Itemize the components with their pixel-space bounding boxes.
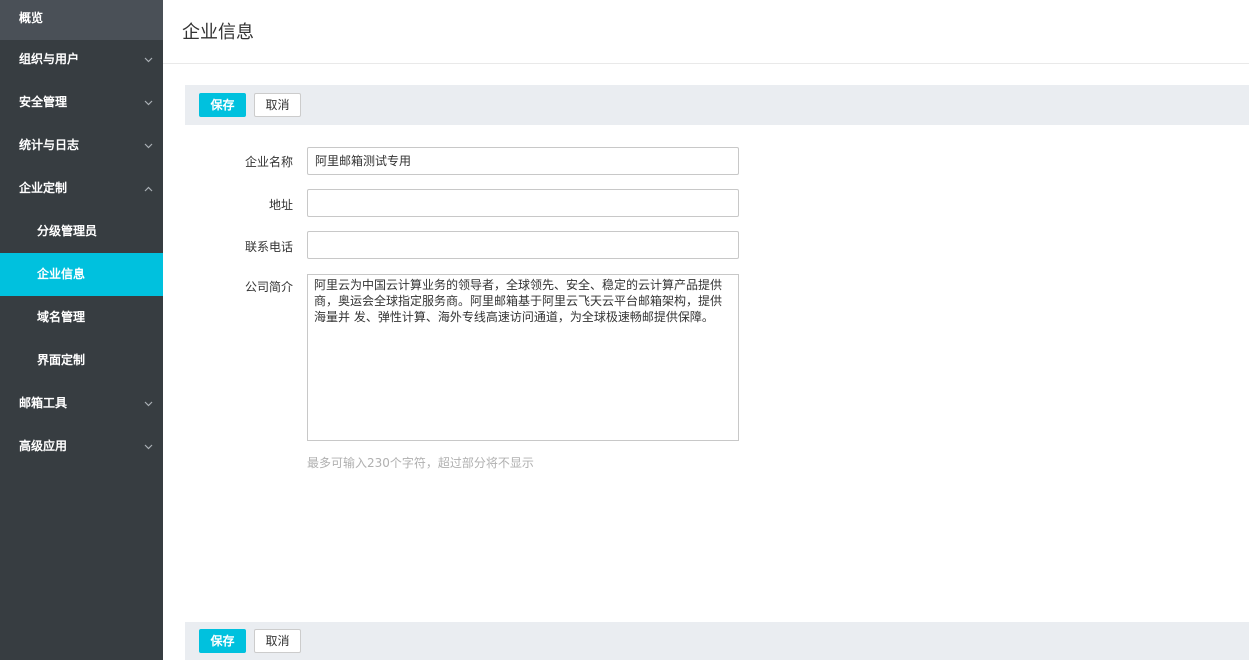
cancel-button[interactable]: 取消 <box>254 93 301 117</box>
save-button[interactable]: 保存 <box>199 93 246 117</box>
sidebar-item-label: 企业信息 <box>37 267 86 281</box>
sidebar-item-label: 域名管理 <box>37 310 86 324</box>
chevron-down-icon <box>142 81 154 124</box>
sidebar-item-label: 统计与日志 <box>19 138 80 152</box>
address-field[interactable] <box>307 189 739 217</box>
sidebar-item-security[interactable]: 安全管理 <box>0 81 163 124</box>
sidebar-item-overview[interactable]: 概览 <box>0 0 163 40</box>
save-button[interactable]: 保存 <box>199 629 246 653</box>
sidebar-item-label: 分级管理员 <box>37 224 98 238</box>
sidebar-item-enterprise-custom[interactable]: 企业定制 <box>0 167 163 210</box>
sidebar-item-ui-custom[interactable]: 界面定制 <box>0 339 163 382</box>
phone-field[interactable] <box>307 231 739 259</box>
chevron-down-icon <box>142 382 154 425</box>
sidebar-item-sub-admins[interactable]: 分级管理员 <box>0 210 163 253</box>
sidebar-item-mail-tools[interactable]: 邮箱工具 <box>0 382 163 425</box>
sidebar-item-label: 概览 <box>19 11 44 25</box>
chevron-up-icon <box>142 167 154 210</box>
sidebar-item-enterprise-info[interactable]: 企业信息 <box>0 253 163 296</box>
sidebar-item-advanced[interactable]: 高级应用 <box>0 425 163 468</box>
sidebar-item-label: 高级应用 <box>19 439 68 453</box>
chevron-down-icon <box>142 425 154 468</box>
main-content: 企业信息 保存 取消 企业名称 阿里邮箱测试专用 地址 联系电话 公司简介 阿里… <box>163 0 1249 660</box>
char-limit-hint: 最多可输入230个字符，超过部分将不显示 <box>307 456 534 470</box>
sidebar-item-label: 企业定制 <box>19 181 68 195</box>
company-intro-textarea[interactable]: 阿里云为中国云计算业务的领导者，全球领先、安全、稳定的云计算产品提供商，奥运会全… <box>307 274 739 441</box>
cancel-button[interactable]: 取消 <box>254 629 301 653</box>
sidebar-item-org-users[interactable]: 组织与用户 <box>0 38 163 81</box>
page-title: 企业信息 <box>182 22 254 43</box>
toolbar-top: 保存 取消 <box>185 85 1249 125</box>
toolbar-bottom: 保存 取消 <box>185 622 1249 660</box>
chevron-down-icon <box>142 38 154 81</box>
chevron-down-icon <box>142 124 154 167</box>
company-name-field[interactable]: 阿里邮箱测试专用 <box>307 147 739 175</box>
divider <box>163 63 1249 64</box>
sidebar-item-label: 组织与用户 <box>19 52 80 66</box>
sidebar-item-domain-management[interactable]: 域名管理 <box>0 296 163 339</box>
company-name-label: 企业名称 <box>244 155 293 169</box>
sidebar-item-label: 邮箱工具 <box>19 396 68 410</box>
company-intro-label: 公司简介 <box>244 280 293 294</box>
sidebar-item-label: 安全管理 <box>19 95 68 109</box>
sidebar-item-stats-logs[interactable]: 统计与日志 <box>0 124 163 167</box>
sidebar-item-label: 界面定制 <box>37 353 86 367</box>
phone-label: 联系电话 <box>244 240 293 254</box>
address-label: 地址 <box>268 198 293 212</box>
sidebar: 概览 组织与用户 安全管理 统计与日志 企业定制 分级管理员 企业信息 域名管理… <box>0 0 163 660</box>
